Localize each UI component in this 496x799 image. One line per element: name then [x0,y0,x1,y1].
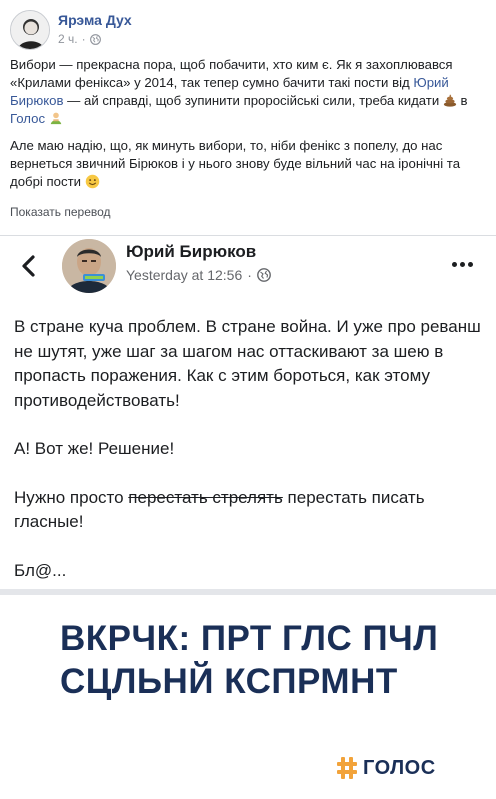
smile-emoji-icon [85,174,99,189]
avatar[interactable] [10,10,50,50]
avatar-image [11,11,49,49]
embedded-screenshot[interactable]: Юрий Бирюков Yesterday at 12:56 · В стра… [0,235,496,799]
banner-line-2: СЦЛЬНЙ КСПРМНТ [60,662,398,701]
post-text: Вибори — прекрасна пора, щоб побачити, х… [10,57,453,90]
golos-link[interactable]: Голос [10,111,45,126]
post-text: в [456,93,468,108]
globe-icon[interactable] [89,33,101,45]
embedded-author-name: Юрий Бирюков [126,242,257,261]
strikethrough-text: перестать стрелять [128,487,283,507]
golos-banner: ВКРЧК: ПРТ ГЛС ПЧЛ СЦЛЬНЙ КСПРМНТ ГОЛОС [0,595,496,799]
globe-icon [257,268,271,282]
meta-separator: · [81,32,86,46]
banner-line-1: ВКРЧК: ПРТ ГЛС ПЧЛ [60,619,439,658]
meta-separator: · [247,267,252,283]
post-text: — ай справді, щоб зупинити проросійські … [63,93,443,108]
outer-post: Ярэма Дух 2 ч. · Вибори — прекрасна пора… [0,0,496,235]
post-body: Вибори — прекрасна пора, щоб побачити, х… [10,56,488,200]
divider [0,235,496,236]
post-paragraph-2: Але маю надію, що, як минуть вибори, то,… [10,137,488,191]
post-timestamp[interactable]: 2 ч. [58,32,78,46]
embedded-paragraph-2: А! Вот же! Решение! [14,439,175,458]
embedded-text: Нужно просто [14,487,129,507]
poop-emoji-icon [443,94,457,107]
post-meta: 2 ч. · [58,32,101,46]
post-paragraph-1: Вибори — прекрасна пора, щоб побачити, х… [10,56,488,128]
more-options-icon [452,259,478,269]
embedded-paragraph-4: Бл@... [14,560,67,580]
embedded-paragraph-1: В стране куча проблем. В стране война. И… [14,317,481,410]
translate-link[interactable]: Показать перевод [10,205,111,219]
embedded-post-meta: Yesterday at 12:56 · [126,267,271,283]
back-arrow-icon [22,255,35,277]
embedded-avatar [62,239,116,293]
embedded-timestamp: Yesterday at 12:56 [126,267,243,283]
golos-brand-text: ГОЛОС [363,756,436,779]
post-text: Але маю надію, що, як минуть вибори, то,… [10,138,461,189]
embedded-post-body: В стране куча проблем. В стране война. И… [14,315,484,607]
embedded-paragraph-3: Нужно просто перестать стрелять перестат… [14,486,484,535]
golos-logo-icon [337,757,357,779]
banner-headline: ВКРЧК: ПРТ ГЛС ПЧЛ СЦЛЬНЙ КСПРМНТ [60,617,480,703]
golos-brand: ГОЛОС [335,755,436,781]
person-emoji-icon [50,112,61,125]
post-author-name[interactable]: Ярэма Дух [58,12,132,28]
embedded-avatar-image [62,239,116,293]
post-header: Ярэма Дух 2 ч. · [10,10,480,50]
